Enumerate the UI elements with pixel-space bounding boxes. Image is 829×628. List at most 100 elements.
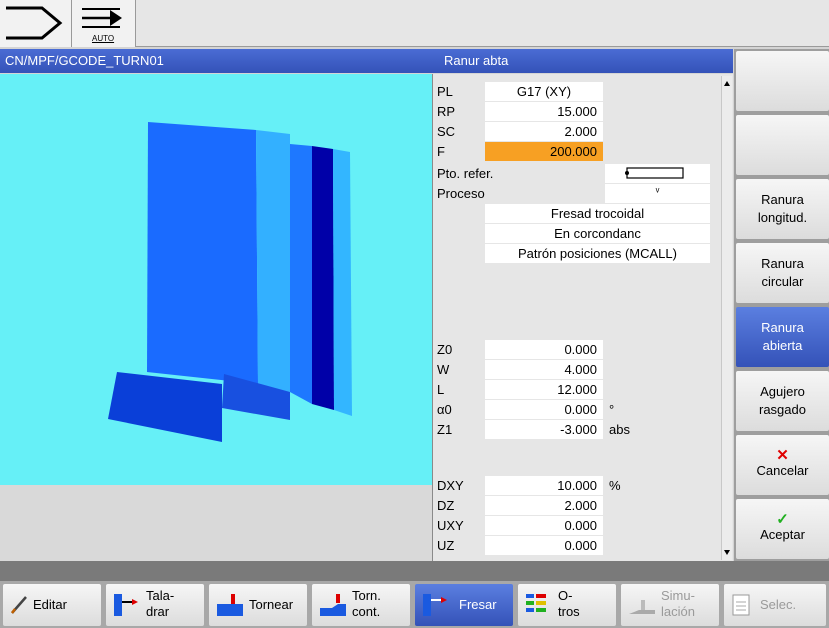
param-label: UZ <box>437 538 455 553</box>
process-marker: ᵛ <box>655 186 660 198</box>
hk-label: cont. <box>352 604 381 619</box>
uxy-input[interactable]: 0.000 <box>485 516 603 535</box>
selec-button[interactable]: Selec. <box>724 584 826 626</box>
contour-turning-icon <box>320 594 346 616</box>
param-row-dxy: DXY 10.000 % <box>433 476 723 495</box>
hk-label: Editar <box>33 597 67 612</box>
ranura-abierta-softkey[interactable]: Ranura abierta <box>736 307 829 367</box>
param-row-f: F 200.000 <box>433 142 723 161</box>
uz-input[interactable]: 0.000 <box>485 536 603 555</box>
softkey-1-empty[interactable] <box>736 51 829 111</box>
program-path: CN/MPF/GCODE_TURN01 <box>0 49 432 73</box>
softkey-label: Aceptar <box>760 527 805 542</box>
hk-label: drar <box>146 604 170 619</box>
param-row-sc: SC 2.000 <box>433 122 723 141</box>
cycle-title: Ranur abta <box>432 49 733 73</box>
f-input[interactable]: 200.000 <box>485 142 603 161</box>
accept-button[interactable]: ✓ Aceptar <box>736 499 829 559</box>
softkey-label: rasgado <box>759 402 806 417</box>
param-unit[interactable]: % <box>609 478 621 493</box>
cnc-screen: AUTO CN/MPF/GCODE_TURN01 Ranur abta PL G… <box>0 0 829 628</box>
help-graphic <box>0 74 432 485</box>
a0-input[interactable]: 0.000 <box>485 400 603 419</box>
param-row-z1: Z1 -3.000 abs <box>433 420 723 439</box>
ranura-circular-softkey[interactable]: Ranura circular <box>736 243 829 303</box>
softkey-2-empty[interactable] <box>736 115 829 175</box>
top-bar: AUTO <box>0 0 829 47</box>
dz-input[interactable]: 2.000 <box>485 496 603 515</box>
otros-button[interactable]: O- tros <box>518 584 616 626</box>
hk-label: Tornear <box>249 597 294 612</box>
softkey-label: Agujero <box>760 384 805 399</box>
softkey-label: Ranura <box>761 256 804 271</box>
area-switch-icon <box>6 6 63 40</box>
taladrar-button[interactable]: Tala- drar <box>106 584 204 626</box>
param-row-pl: PL G17 (XY) <box>433 82 723 101</box>
param-label: α0 <box>437 402 452 417</box>
param-row-rp: RP 15.000 <box>433 102 723 121</box>
param-label: SC <box>437 124 456 139</box>
param-row-uxy: UXY 0.000 <box>433 516 723 535</box>
hk-label: O- <box>558 588 573 603</box>
cancel-x-icon: ✕ <box>776 447 789 464</box>
param-label: RP <box>437 104 456 119</box>
param-label: Z0 <box>437 342 453 357</box>
milling-icon <box>423 594 447 616</box>
z0-input[interactable]: 0.000 <box>485 340 603 359</box>
simulacion-button[interactable]: Simu- lación <box>621 584 719 626</box>
vertical-softkey-bar: Ranura longitud. Ranura circular Ranura … <box>734 49 829 561</box>
param-row-pattern: Patrón posiciones (MCALL) <box>433 244 723 263</box>
param-row-proceso: Proceso ᵛ <box>433 184 723 203</box>
parameter-scrollbar[interactable] <box>721 76 732 560</box>
torn-cont-button[interactable]: Torn. cont. <box>312 584 410 626</box>
l-input[interactable]: 12.000 <box>485 380 603 399</box>
status-bar <box>0 561 829 581</box>
hk-label: Simu- <box>661 588 695 603</box>
param-label: F <box>437 144 445 159</box>
softkey-label: Ranura <box>761 320 804 335</box>
param-row-direction: En corcondanc <box>433 224 723 243</box>
softkey-label: circular <box>761 274 804 289</box>
simulation-icon <box>629 600 655 614</box>
process-select[interactable]: ᵛ <box>605 184 710 203</box>
agujero-rasgado-softkey[interactable]: Agujero rasgado <box>736 371 829 431</box>
hk-label: Tala- <box>146 588 175 603</box>
param-row-dz: DZ 2.000 <box>433 496 723 515</box>
cancel-button[interactable]: ✕ Cancelar <box>736 435 829 495</box>
editar-button[interactable]: Editar <box>3 584 101 626</box>
horizontal-softkey-bar: Editar Tala- drar Tornear Torn. cont. Fr… <box>0 581 829 628</box>
param-label: PL <box>437 84 453 99</box>
operating-area-button[interactable] <box>0 0 72 47</box>
param-row-machining: Fresad trocoidal <box>433 204 723 223</box>
param-row-a0: α0 0.000 ° <box>433 400 723 419</box>
reference-point-select[interactable] <box>605 164 710 183</box>
pl-select[interactable]: G17 (XY) <box>485 82 603 101</box>
z1-input[interactable]: -3.000 <box>485 420 603 439</box>
dxy-input[interactable]: 10.000 <box>485 476 603 495</box>
other-cycles-icon <box>526 594 546 612</box>
param-row-l: L 12.000 <box>433 380 723 399</box>
machining-type-select[interactable]: Fresad trocoidal <box>485 204 710 223</box>
ranura-longitud-softkey[interactable]: Ranura longitud. <box>736 179 829 239</box>
w-input[interactable]: 4.000 <box>485 360 603 379</box>
param-unit[interactable]: abs <box>609 422 630 437</box>
param-label: W <box>437 362 450 377</box>
fresar-button[interactable]: Fresar <box>415 584 513 626</box>
softkey-label: Cancelar <box>756 463 809 478</box>
edit-pencil-icon <box>11 596 27 614</box>
hk-label: tros <box>558 604 580 619</box>
drill-icon <box>114 594 138 616</box>
hk-label: Torn. <box>352 588 381 603</box>
milling-direction-select[interactable]: En corcondanc <box>485 224 710 243</box>
position-pattern-select[interactable]: Patrón posiciones (MCALL) <box>485 244 710 263</box>
turning-icon <box>217 594 243 616</box>
tornear-button[interactable]: Tornear <box>209 584 307 626</box>
param-label: Proceso <box>437 186 485 201</box>
param-label: Pto. refer. <box>437 166 494 181</box>
nc-select-icon <box>732 594 750 616</box>
scroll-arrows-icon <box>724 81 730 555</box>
rp-input[interactable]: 15.000 <box>485 102 603 121</box>
sc-input[interactable]: 2.000 <box>485 122 603 141</box>
param-label: DXY <box>437 478 464 493</box>
accept-check-icon: ✓ <box>776 511 789 528</box>
